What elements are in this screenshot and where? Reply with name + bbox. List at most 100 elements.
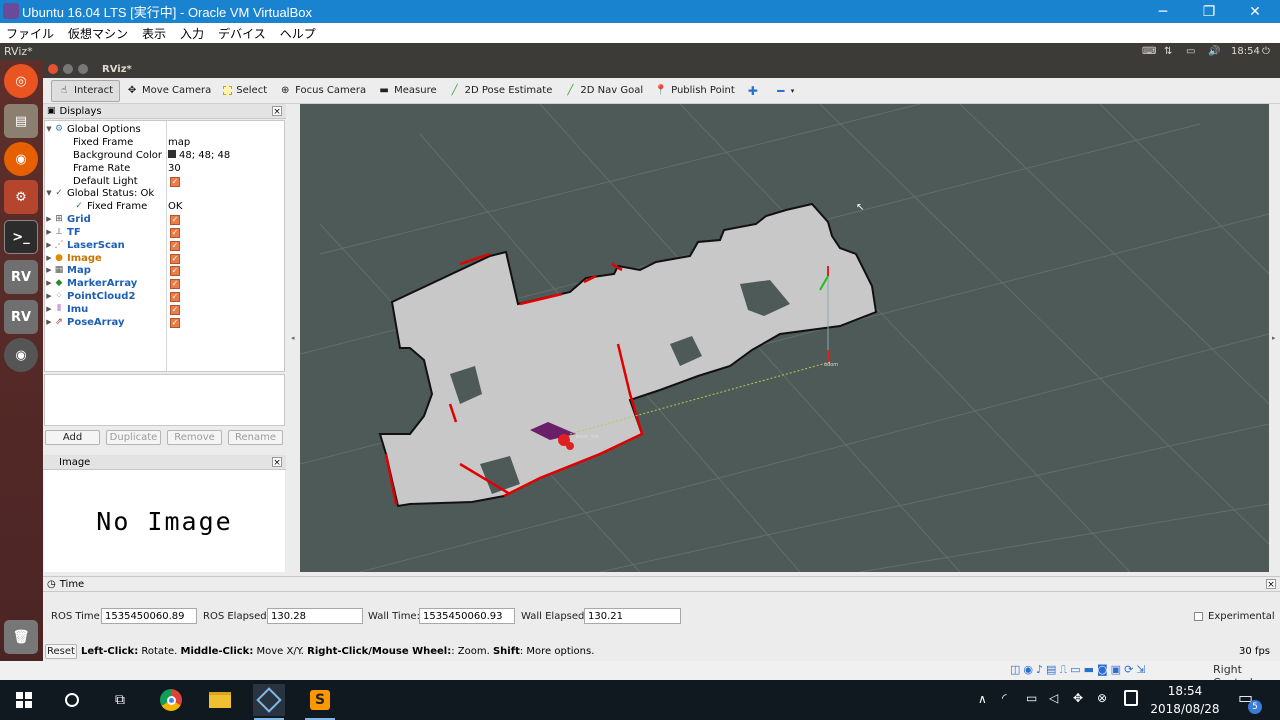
menu-devices[interactable]: デバイス — [218, 25, 266, 42]
tree-row-status-fixed-frame[interactable]: ✓ Fixed Frame OK — [45, 200, 284, 213]
menu-help[interactable]: ヘルプ — [280, 25, 316, 42]
recording-icon[interactable]: ◙ — [1097, 663, 1108, 677]
wall-elapsed-field[interactable]: 130.21 — [584, 608, 681, 624]
ros-time-field[interactable]: 1535450060.89 — [101, 608, 197, 624]
power-icon[interactable]: ⏻ — [1262, 43, 1270, 60]
nav-goal-tool[interactable]: ╱ 2D Nav Goal — [558, 80, 649, 102]
cortana-search-icon[interactable] — [56, 684, 88, 716]
sublime-text-icon[interactable]: S — [304, 684, 336, 716]
ros-elapsed-field[interactable]: 130.28 — [267, 608, 363, 624]
posearray-checkbox[interactable]: ✓ — [170, 318, 180, 328]
trash-icon[interactable]: 🗑 — [4, 620, 38, 654]
select-tool[interactable]: Select — [217, 80, 273, 102]
network-icon[interactable]: ⇅ — [1164, 43, 1172, 60]
tree-row-global-status[interactable]: ▼ ✓ Global Status: Ok — [45, 187, 284, 200]
tree-row-tf[interactable]: ▶ ⟂ TF ✓ — [45, 226, 284, 239]
ubuntu-clock[interactable]: 18:54 — [1231, 43, 1260, 60]
fixed-frame-value[interactable]: map — [168, 137, 190, 148]
tree-row-markerarray[interactable]: ▶ ◆ MarkerArray ✓ — [45, 277, 284, 290]
chevron-up-icon[interactable]: ∧ — [978, 692, 987, 706]
vbox-device-icons[interactable]: ◫ ◉ ♪ ▤ ⎍ ▭ ▬ ◙ ▣ ⟳ ⇲ — [1010, 663, 1146, 677]
imu-checkbox[interactable]: ✓ — [170, 305, 180, 315]
files-icon[interactable]: ▤ — [4, 104, 38, 138]
display-icon[interactable]: ▬ — [1084, 663, 1094, 677]
dvd-icon[interactable]: ◉ — [4, 338, 38, 372]
menu-view[interactable]: 表示 — [142, 25, 166, 42]
tree-row-background-color[interactable]: Background Color 48; 48; 48 — [45, 149, 284, 162]
rviz-minimize-button[interactable] — [63, 64, 73, 74]
arrow-icon[interactable]: ⟳ — [1124, 663, 1133, 677]
close-icon[interactable]: × — [272, 457, 282, 468]
add-tool-button[interactable]: ✚ — [741, 80, 769, 102]
tree-row-frame-rate[interactable]: Frame Rate 30 — [45, 162, 284, 175]
shared-folder-icon[interactable]: ▭ — [1070, 663, 1080, 677]
terminal-icon[interactable]: >_ — [4, 220, 38, 254]
virtualbox-taskbar-icon[interactable] — [253, 684, 285, 716]
usb-icon[interactable]: ⎍ — [1059, 663, 1067, 677]
experimental-checkbox[interactable] — [1194, 612, 1203, 621]
focus-camera-tool[interactable]: ⊕ Focus Camera — [273, 80, 372, 102]
remove-button[interactable]: Remove — [167, 430, 222, 445]
dash-home-icon[interactable]: ◎ — [4, 64, 38, 98]
settings-icon[interactable]: ⚙ — [4, 180, 38, 214]
left-splitter[interactable]: ◂ — [286, 104, 300, 572]
close-button[interactable]: ✕ — [1232, 0, 1278, 23]
tree-row-grid[interactable]: ▶ ⊞ Grid ✓ — [45, 213, 284, 226]
viewport-canvas[interactable]: odom base_link ↖ — [300, 104, 1269, 572]
move-camera-tool[interactable]: ✥ Move Camera — [120, 80, 217, 102]
taskbar-date[interactable]: 2018/08/28 — [1150, 702, 1220, 716]
rviz-close-button[interactable] — [48, 64, 58, 74]
firefox-icon[interactable]: ◉ — [4, 142, 38, 176]
file-explorer-icon[interactable] — [204, 684, 236, 716]
3d-viewport[interactable]: odom base_link ↖ — [300, 104, 1269, 572]
interact-tool[interactable]: ☝ Interact — [51, 79, 121, 102]
menu-machine[interactable]: 仮想マシン — [68, 25, 128, 42]
dropbox-icon[interactable]: ✥ — [1073, 691, 1083, 705]
windows-start-icon[interactable] — [8, 684, 40, 716]
tree-row-posearray[interactable]: ▶ ⇗ PoseArray ✓ — [45, 316, 284, 329]
close-circle-icon[interactable]: ⊗ — [1097, 691, 1107, 705]
chrome-icon[interactable] — [155, 684, 187, 716]
battery-icon[interactable]: ▭ — [1026, 691, 1037, 705]
hdd-icon[interactable]: ◫ — [1010, 663, 1020, 677]
reset-button[interactable]: Reset — [45, 643, 77, 659]
cpu-icon[interactable]: ▣ — [1111, 663, 1121, 677]
tree-row-laserscan[interactable]: ▶ ⋰ LaserScan ✓ — [45, 239, 284, 252]
menu-file[interactable]: ファイル — [6, 25, 54, 42]
keyboard-icon[interactable]: ⌨ — [1142, 43, 1156, 60]
display-tree[interactable]: ▼ ⚙ Global Options Fixed Frame map Backg… — [44, 120, 285, 372]
right-splitter[interactable]: ▸ — [1269, 104, 1280, 572]
rviz-maximize-button[interactable] — [78, 64, 88, 74]
rviz-icon[interactable]: RV — [4, 260, 38, 294]
tree-row-global-options[interactable]: ▼ ⚙ Global Options — [45, 123, 284, 136]
ime-icon[interactable] — [1124, 690, 1138, 706]
expand-arrow-icon[interactable]: ▼ — [45, 189, 53, 197]
map-checkbox[interactable]: ✓ — [170, 266, 180, 276]
wall-time-field[interactable]: 1535450060.93 — [419, 608, 515, 624]
remove-tool-button[interactable]: ━ ▾ — [769, 80, 801, 102]
volume-icon[interactable]: ◁ — [1049, 691, 1058, 705]
audio-icon[interactable]: ♪ — [1036, 663, 1043, 677]
rename-button[interactable]: Rename — [228, 430, 283, 445]
taskbar-time[interactable]: 18:54 — [1150, 684, 1220, 698]
add-button[interactable]: Add — [45, 430, 100, 445]
maximize-button[interactable]: ❐ — [1186, 0, 1232, 23]
tree-row-image[interactable]: ▶ ● Image ✓ — [45, 252, 284, 265]
network-adapter-icon[interactable]: ▤ — [1046, 663, 1056, 677]
wifi-icon[interactable]: ◜ — [1002, 691, 1007, 705]
frame-rate-value[interactable]: 30 — [168, 163, 181, 174]
tree-row-pointcloud2[interactable]: ▶ ⁘ PointCloud2 ✓ — [45, 290, 284, 303]
image-checkbox[interactable]: ✓ — [170, 254, 180, 264]
tree-row-imu[interactable]: ▶ ⫴ Imu ✓ — [45, 303, 284, 316]
publish-point-tool[interactable]: 📍 Publish Point — [649, 80, 741, 102]
laserscan-checkbox[interactable]: ✓ — [170, 241, 180, 251]
minimize-button[interactable]: ─ — [1140, 0, 1186, 23]
optical-icon[interactable]: ◉ — [1023, 663, 1033, 677]
pose-estimate-tool[interactable]: ╱ 2D Pose Estimate — [443, 80, 559, 102]
menu-input[interactable]: 入力 — [180, 25, 204, 42]
rviz-title-bar[interactable]: RViz* — [43, 60, 1280, 78]
background-color-value[interactable]: 48; 48; 48 — [168, 149, 230, 161]
mouse-integration-icon[interactable]: ⇲ — [1136, 663, 1145, 677]
collapse-right-icon[interactable]: ▸ — [1272, 334, 1276, 342]
vbox-title-bar[interactable]: Ubuntu 16.04 LTS [実行中] - Oracle VM Virtu… — [0, 0, 1280, 23]
